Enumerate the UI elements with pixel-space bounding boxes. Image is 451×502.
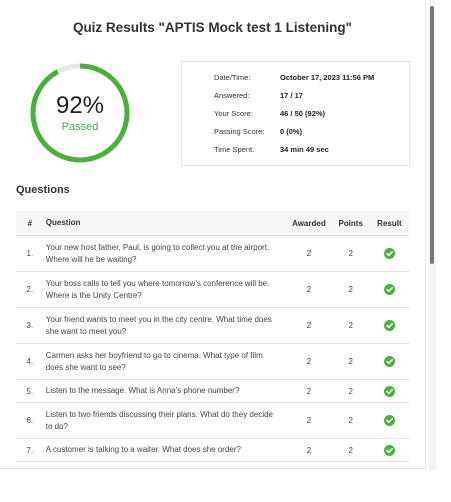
table-row: 3. Your friend wants to meet you in the … [16, 307, 409, 344]
col-header-num: # [16, 211, 44, 236]
scrollbar-thumb[interactable] [430, 6, 434, 264]
row-number: 4. [16, 343, 44, 380]
info-row-answered: Answered: 17 / 17 [182, 91, 409, 107]
info-row-datetime: Date/Time: October 17, 2023 11:56 PM [182, 73, 409, 89]
question-text: Your friend wants to meet you in the cit… [43, 307, 287, 344]
points-value: 2 [331, 271, 370, 308]
info-label: Time Spent: [214, 145, 255, 154]
points-value: 2 [331, 235, 370, 272]
info-value: 0 (0%) [280, 127, 303, 136]
info-row-score: Your Score: 46 / 50 (92%) [182, 109, 409, 125]
check-icon [383, 284, 395, 295]
info-value: 34 min 49 sec [280, 145, 329, 154]
info-value: 17 / 17 [280, 91, 303, 100]
table-row: 2. Your boss calls to tell you where tom… [16, 271, 409, 308]
row-number: 5. [16, 379, 44, 403]
col-header-awarded: Awarded [286, 211, 332, 236]
page-title: Quiz Results "APTIS Mock test 1 Listenin… [72, 20, 353, 35]
points-value: 2 [331, 379, 370, 403]
info-row-time-spent: Time Spent: 34 min 49 sec [182, 145, 409, 161]
points-value: 2 [331, 307, 370, 344]
questions-heading: Questions [16, 184, 70, 196]
row-number: 6. [16, 402, 44, 439]
awarded-value: 2 [286, 438, 332, 462]
check-icon [383, 415, 395, 426]
awarded-value: 2 [286, 307, 332, 344]
question-text: Your boss calls to tell you where tomorr… [43, 271, 287, 308]
row-number: 2. [16, 271, 44, 308]
table-row: 7. A customer is talking to a waiter. Wh… [16, 438, 409, 462]
awarded-value: 2 [286, 343, 332, 380]
awarded-value: 2 [286, 379, 332, 403]
info-label: Your Score: [214, 109, 253, 118]
check-icon [383, 356, 395, 367]
info-value: 46 / 50 (92%) [280, 109, 326, 118]
table-header-row: # Question Awarded Points Result [16, 211, 409, 236]
result-info-box: Date/Time: October 17, 2023 11:56 PM Ans… [181, 61, 410, 166]
info-label: Answered: [214, 91, 250, 100]
info-label: Date/Time: [214, 73, 251, 82]
score-percent: 92% [55, 92, 105, 119]
questions-table: # Question Awarded Points Result 1. Your… [16, 211, 409, 462]
table-row: 5. Listen to the message. What is Anna's… [16, 379, 409, 403]
col-header-result: Result [369, 211, 409, 236]
table-row: 4. Carmen asks her boyfriend to go to ci… [16, 343, 409, 380]
awarded-value: 2 [286, 235, 332, 272]
col-header-question: Question [43, 211, 287, 236]
table-row: 1. Your new host father, Paul, is going … [16, 235, 409, 272]
points-value: 2 [331, 438, 370, 462]
check-icon [383, 248, 395, 259]
row-number: 7. [16, 438, 44, 462]
check-icon [383, 320, 395, 331]
info-value: October 17, 2023 11:56 PM [280, 73, 375, 82]
info-label: Passing Score: [214, 127, 265, 136]
pass-status: Passed [61, 121, 99, 133]
question-text: A customer is talking to a waiter. What … [43, 438, 287, 462]
info-row-passing-score: Passing Score: 0 (0%) [182, 127, 409, 143]
row-number: 3. [16, 307, 44, 344]
awarded-value: 2 [286, 271, 332, 308]
quiz-results-panel: Quiz Results "APTIS Mock test 1 Listenin… [0, 0, 426, 469]
question-text: Listen to the message. What is Anna's ph… [43, 379, 287, 403]
row-number: 1. [16, 235, 44, 272]
check-icon [383, 444, 395, 456]
question-text: Carmen asks her boyfriend to go to cinem… [43, 343, 287, 380]
awarded-value: 2 [286, 402, 332, 439]
check-icon [383, 385, 395, 397]
points-value: 2 [331, 343, 370, 380]
question-text: Your new host father, Paul, is going to … [43, 235, 287, 272]
table-row: 6. Listen to two friends discussing thei… [16, 402, 409, 439]
col-header-points: Points [331, 211, 370, 236]
question-text: Listen to two friends discussing their p… [43, 402, 287, 439]
points-value: 2 [331, 402, 370, 439]
